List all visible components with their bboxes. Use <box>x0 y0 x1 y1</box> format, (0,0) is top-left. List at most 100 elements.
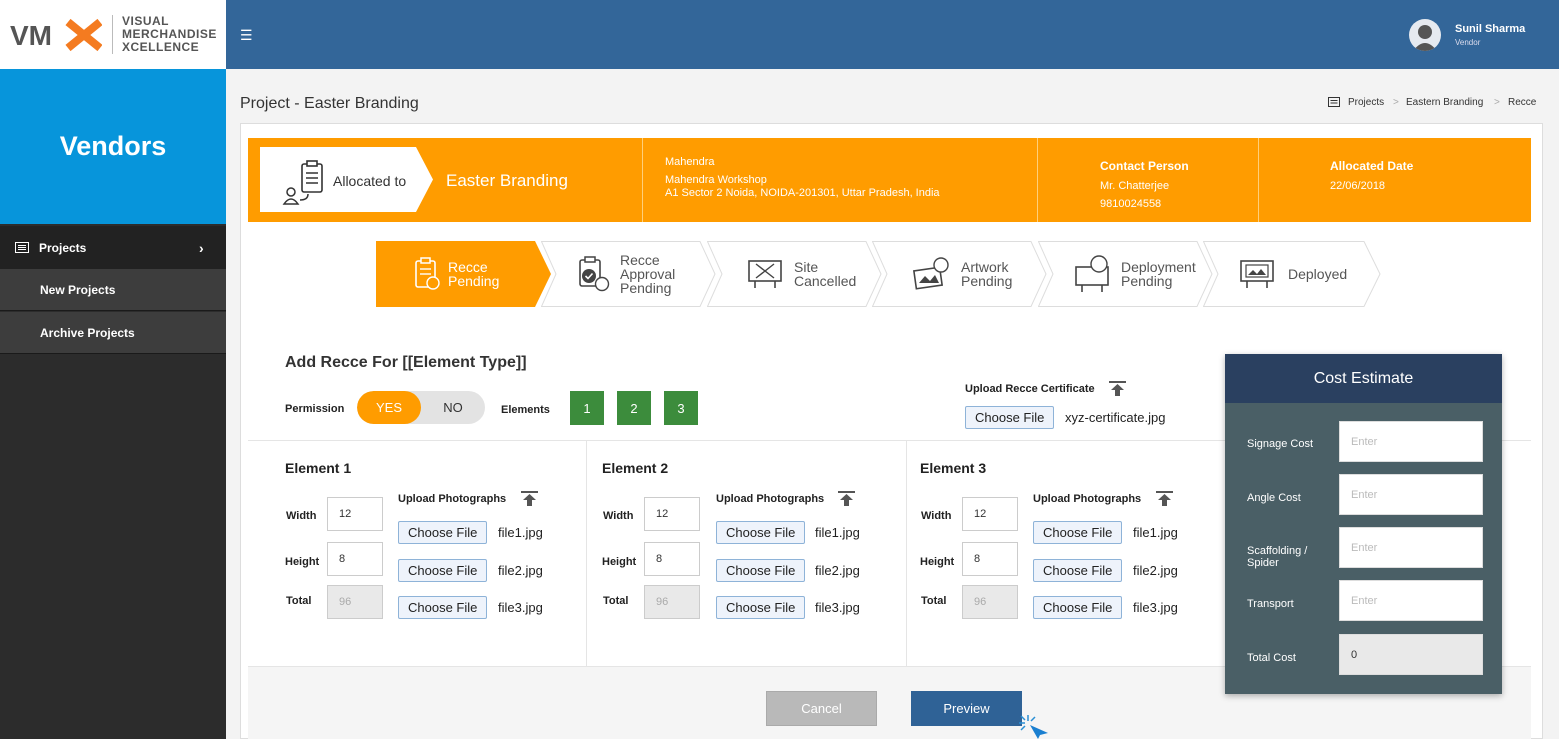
step-label: Pending <box>448 273 500 289</box>
permission-label: Permission <box>285 403 345 415</box>
sidebar-item-new-projects[interactable]: New Projects <box>0 269 226 311</box>
file-name: file3.jpg <box>1133 600 1178 615</box>
divider <box>1258 138 1259 222</box>
sidebar-section-title: Vendors <box>0 69 226 224</box>
total-label: Total <box>921 595 947 607</box>
sidebar-item-label: Archive Projects <box>40 325 135 340</box>
form-heading: Add Recce For [[Element Type]] <box>285 354 527 371</box>
divider <box>906 441 907 667</box>
avatar[interactable] <box>1409 19 1441 51</box>
breadcrumb-recce: Recce <box>1508 97 1537 108</box>
choose-file-button[interactable]: Choose File <box>716 521 806 544</box>
contact-label: Contact Person <box>1100 159 1189 173</box>
step-label: Recce <box>620 252 660 268</box>
user-role: Vendor <box>1455 38 1481 47</box>
step-label: Pending <box>1121 273 1173 289</box>
permission-yes[interactable]: YES <box>357 391 421 424</box>
choose-file-button[interactable]: Choose File <box>1033 521 1123 544</box>
file-name: file3.jpg <box>498 600 543 615</box>
height-input[interactable]: 8 <box>327 542 383 576</box>
signage-cost-input[interactable]: Enter <box>1339 421 1483 462</box>
billboard-image-icon <box>1240 260 1274 288</box>
step-site-cancelled[interactable]: Site Cancelled <box>707 241 882 307</box>
step-deployed[interactable]: Deployed <box>1203 241 1381 307</box>
element-button-2[interactable]: 2 <box>617 391 651 425</box>
angle-cost-input[interactable]: Enter <box>1339 474 1483 515</box>
sidebar-item-label: New Projects <box>40 282 116 297</box>
user-icon <box>1413 25 1437 51</box>
step-label: Artwork <box>961 259 1009 275</box>
clipboard-hourglass-icon <box>415 257 440 290</box>
upload-icon <box>1156 491 1173 506</box>
width-label: Width <box>921 510 952 522</box>
breadcrumb-separator: > <box>1393 97 1399 108</box>
allocated-label: Allocated to <box>333 173 407 189</box>
choose-file-button[interactable]: Choose File <box>398 559 488 582</box>
divider <box>642 138 643 222</box>
total-cost-label: Total Cost <box>1247 652 1296 664</box>
billboard-hourglass-icon <box>1075 255 1109 292</box>
brand-logo[interactable]: VM VISUAL MERCHANDISE XCELLENCE <box>0 0 226 69</box>
total-cost-value: 0 <box>1339 634 1483 675</box>
choose-file-button[interactable]: Choose File <box>398 521 488 544</box>
cancel-button[interactable]: Cancel <box>766 691 877 726</box>
choose-file-button[interactable]: Choose File <box>1033 596 1123 619</box>
choose-file-button[interactable]: Choose File <box>1033 559 1123 582</box>
top-bar <box>226 0 1559 69</box>
brand-name: VISUAL MERCHANDISE XCELLENCE <box>112 15 217 54</box>
element-title: Element 1 <box>285 460 352 476</box>
breadcrumb-projects[interactable]: Projects <box>1348 97 1384 108</box>
chevron-right-icon: › <box>199 239 204 256</box>
height-input[interactable]: 8 <box>644 542 700 576</box>
list-icon <box>1328 97 1340 107</box>
width-label: Width <box>286 510 317 522</box>
step-label: Pending <box>961 273 1013 289</box>
choose-file-button[interactable]: Choose File <box>398 596 488 619</box>
step-artwork-pending[interactable]: Artwork Pending <box>872 241 1047 307</box>
workshop-name: Mahendra Workshop <box>665 174 767 186</box>
height-label: Height <box>602 556 637 568</box>
list-icon <box>15 242 29 253</box>
transport-cost-input[interactable]: Enter <box>1339 580 1483 621</box>
width-input[interactable]: 12 <box>327 497 383 531</box>
permission-toggle[interactable]: YES NO <box>357 391 485 424</box>
date-value: 22/06/2018 <box>1330 180 1386 192</box>
contact-name: Mr. Chatterjee <box>1100 180 1170 192</box>
sidebar-item-archive-projects[interactable]: Archive Projects <box>0 312 226 354</box>
total-input: 96 <box>962 585 1018 619</box>
sidebar-item-projects[interactable]: Projects › <box>0 226 226 269</box>
upload-icon <box>521 491 538 506</box>
hamburger-menu-icon[interactable]: ☰ <box>240 27 253 44</box>
file-name: file1.jpg <box>1133 525 1178 540</box>
certificate-choose-file-button[interactable]: Choose File <box>965 406 1055 429</box>
divider <box>586 441 587 667</box>
mouse-cursor-icon <box>1019 715 1048 739</box>
sidebar-item-label: Projects <box>39 240 87 255</box>
element-button-1[interactable]: 1 <box>570 391 604 425</box>
upload-photographs-label: Upload Photographs <box>716 493 825 505</box>
svg-text:VM: VM <box>10 20 52 51</box>
total-input: 96 <box>644 585 700 619</box>
scaffolding-cost-input[interactable]: Enter <box>1339 527 1483 568</box>
step-recce-pending[interactable]: Recce Pending <box>376 241 551 307</box>
width-input[interactable]: 12 <box>962 497 1018 531</box>
cost-label: Scaffolding / Spider <box>1247 545 1308 569</box>
element-title: Element 2 <box>602 460 669 476</box>
user-name[interactable]: Sunil Sharma <box>1455 23 1525 35</box>
step-deployment-pending[interactable]: Deployment Pending <box>1038 241 1213 307</box>
certificate-label: Upload Recce Certificate <box>965 383 1095 395</box>
preview-button[interactable]: Preview <box>911 691 1022 726</box>
step-label: Site <box>794 259 819 275</box>
step-label: Deployment <box>1121 259 1196 275</box>
breadcrumb-eastern-branding[interactable]: Eastern Branding <box>1406 97 1483 108</box>
width-input[interactable]: 12 <box>644 497 700 531</box>
choose-file-button[interactable]: Choose File <box>716 596 806 619</box>
step-recce-approval-pending[interactable]: Recce Approval Pending <box>541 241 716 307</box>
height-input[interactable]: 8 <box>962 542 1018 576</box>
choose-file-button[interactable]: Choose File <box>716 559 806 582</box>
permission-no[interactable]: NO <box>421 391 485 424</box>
cost-label: Transport <box>1247 598 1294 610</box>
project-name: Easter Branding <box>446 171 568 190</box>
element-button-3[interactable]: 3 <box>664 391 698 425</box>
clipboard-check-icon <box>579 256 610 292</box>
